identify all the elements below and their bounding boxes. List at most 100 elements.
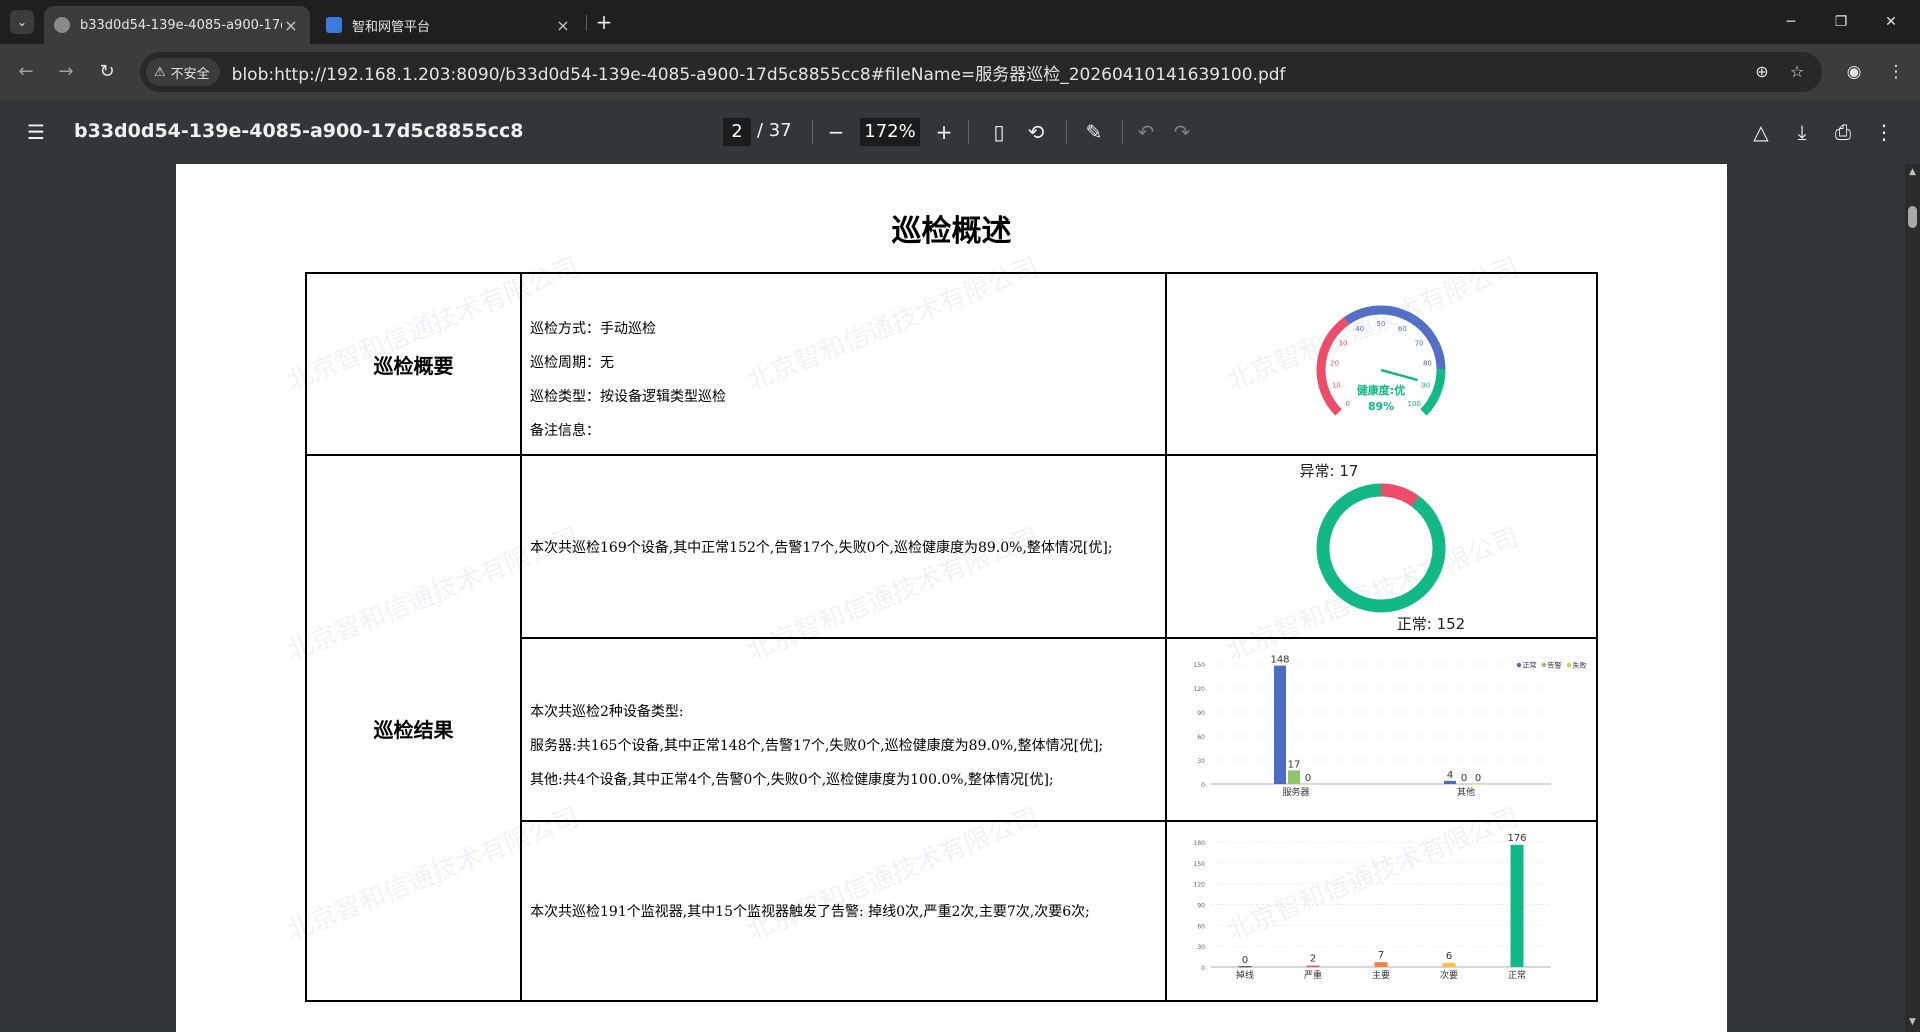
minimize-icon[interactable]: ─ — [1766, 0, 1816, 44]
gauge-scale-label: 70 — [1415, 339, 1424, 347]
status-donut-chart: 异常: 17 正常: 152 — [1300, 462, 1466, 633]
x-tick-label: 主要 — [1372, 969, 1390, 981]
monitor-summary-text: 本次共巡检191个监视器,其中15个监视器触发了告警: 掉线0次,严重2次,主要… — [530, 904, 1090, 920]
monitor-summary-cell: 本次共巡检191个监视器,其中15个监视器触发了告警: 掉线0次,严重2次,主要… — [520, 820, 1167, 1002]
type-bar-cell: 0 30 60 90 120 150 148 17 0 服务器 4 0 0 其他 正常 告警 失败 — [1165, 637, 1598, 822]
address-bar[interactable]: ⚠ 不安全 blob:http://192.168.1.203:8090/b33… — [140, 52, 1822, 92]
bar — [1288, 770, 1300, 784]
x-tick-label: 掉线 — [1236, 969, 1254, 981]
y-tick-label: 120 — [1194, 686, 1206, 693]
overview-text-cell: 巡检方式：手动巡检 巡检周期：无 巡检类型：按设备逻辑类型巡检 备注信息： — [520, 272, 1167, 456]
zoom-out-icon[interactable]: − — [822, 118, 850, 146]
y-tick-label: 30 — [1197, 758, 1205, 765]
hamburger-menu-icon[interactable]: ☰ — [24, 120, 48, 144]
menu-kebab-icon[interactable]: ⋮ — [1882, 58, 1910, 86]
profile-icon[interactable]: ◉ — [1840, 58, 1868, 86]
security-chip[interactable]: ⚠ 不安全 — [146, 58, 220, 86]
x-tick-label: 次要 — [1440, 969, 1458, 981]
new-tab-icon[interactable]: + — [592, 10, 616, 34]
draw-annotation-icon[interactable]: ✎ — [1080, 118, 1108, 146]
tab-title: 智和网管平台 — [352, 19, 431, 35]
results-label-cell: 巡检结果 — [305, 454, 522, 1002]
overview-line: 备注信息： — [530, 423, 600, 439]
bar-value-label: 7 — [1378, 950, 1384, 961]
print-icon[interactable]: ⎙ — [1829, 118, 1857, 146]
back-icon[interactable]: ← — [12, 58, 40, 86]
x-tick-label: 严重 — [1304, 969, 1322, 981]
restore-icon[interactable]: ❐ — [1816, 0, 1866, 44]
bar-value-label: 0 — [1305, 773, 1311, 784]
y-tick-label: 180 — [1194, 840, 1206, 847]
bar — [1444, 780, 1456, 784]
gauge-value: 89% — [1368, 400, 1394, 413]
bar — [1458, 784, 1470, 785]
page-number-input[interactable]: 2 — [723, 118, 751, 146]
results-label: 巡检结果 — [373, 717, 454, 742]
toolbar-divider — [812, 120, 813, 144]
zoom-input[interactable]: 172% — [860, 118, 920, 146]
legend-marker — [1516, 662, 1522, 668]
more-options-icon[interactable]: ⋮ — [1870, 118, 1898, 146]
vertical-scrollbar[interactable]: ▲ ▼ — [1905, 164, 1920, 1032]
scrollbar-thumb[interactable] — [1908, 206, 1917, 228]
scroll-up-arrow-icon[interactable]: ▲ — [1907, 166, 1918, 178]
y-tick-label: 60 — [1197, 734, 1205, 741]
tab-divider — [586, 15, 587, 31]
bar-value-label: 0 — [1475, 773, 1481, 784]
bar — [1274, 665, 1286, 784]
document-heading: 巡检概述 — [891, 214, 1012, 249]
pdf-page: 北京智和信通技术有限公司 北京智和信通技术有限公司 北京智和信通技术有限公司 北… — [176, 164, 1727, 1032]
pdf-toolbar: ☰ b33d0d54-139e-4085-a900-17d5c8855cc8 2… — [0, 100, 1920, 164]
legend-marker — [1566, 662, 1572, 668]
gauge-scale-label: 40 — [1355, 325, 1364, 333]
x-tick-label: 服务器 — [1282, 786, 1309, 798]
page-total: / 37 — [757, 120, 792, 141]
drive-save-icon[interactable]: △ — [1747, 118, 1775, 146]
legend-label: 正常 — [1523, 661, 1537, 670]
bookmark-star-icon[interactable]: ☆ — [1785, 60, 1809, 84]
type-summary-cell: 本次共巡检2种设备类型: 服务器:共165个设备,其中正常148个,告警17个,… — [520, 637, 1167, 822]
monitor-bar-cell: 0 30 60 90 120 150 180 0 掉线 2 严重 7 主要 6 次要 176 正常 — [1165, 820, 1598, 1002]
close-icon[interactable]: × — [282, 16, 300, 35]
fit-page-icon[interactable]: ▯ — [985, 118, 1013, 146]
warning-icon: ⚠ — [154, 64, 166, 80]
undo-icon[interactable]: ↶ — [1132, 118, 1160, 146]
tab-search-icon[interactable]: ⌄ — [10, 10, 34, 34]
reload-icon[interactable]: ↻ — [93, 58, 121, 86]
y-tick-label: 90 — [1197, 903, 1205, 910]
pdf-viewer[interactable]: 北京智和信通技术有限公司 北京智和信通技术有限公司 北京智和信通技术有限公司 北… — [0, 164, 1920, 1032]
bar — [1374, 962, 1388, 967]
browser-toolbar: ← → ↻ ⚠ 不安全 blob:http://192.168.1.203:80… — [0, 44, 1920, 100]
bar — [1472, 784, 1484, 785]
window-close-icon[interactable]: ✕ — [1866, 0, 1916, 44]
toolbar-divider — [1122, 120, 1123, 144]
zoom-in-icon[interactable]: + — [930, 118, 958, 146]
donut-label: 正常: 152 — [1397, 615, 1465, 633]
gauge-scale-label: 10 — [1332, 382, 1341, 390]
app-logo-icon — [326, 17, 342, 33]
bar-value-label: 0 — [1242, 955, 1248, 966]
legend-marker — [1541, 662, 1547, 668]
device-summary-cell: 本次共巡检169个设备,其中正常152个,告警17个,失败0个,巡检健康度为89… — [520, 454, 1167, 639]
bar — [1302, 784, 1314, 785]
download-icon[interactable]: ⤓ — [1788, 118, 1816, 146]
bar — [1510, 844, 1524, 967]
donut-slice — [1316, 483, 1446, 613]
redo-icon[interactable]: ↷ — [1168, 118, 1196, 146]
url-text[interactable]: blob:http://192.168.1.203:8090/b33d0d54-… — [232, 60, 1286, 85]
y-tick-label: 0 — [1201, 965, 1205, 972]
y-tick-label: 150 — [1194, 662, 1206, 669]
forward-icon[interactable]: → — [52, 58, 80, 86]
bar-value-label: 17 — [1288, 759, 1301, 770]
type-summary-line: 服务器:共165个设备,其中正常148个,告警17个,失败0个,巡检健康度为89… — [530, 738, 1104, 754]
close-icon[interactable]: × — [554, 16, 572, 35]
y-tick-label: 0 — [1201, 782, 1205, 789]
bar-value-label: 4 — [1447, 770, 1453, 781]
scroll-down-arrow-icon[interactable]: ▼ — [1907, 1016, 1918, 1028]
toolbar-divider — [1066, 120, 1067, 144]
tab-pdf[interactable]: b33d0d54-139e-4085-a900-17d × — [44, 6, 310, 44]
zoom-icon[interactable]: ⊕ — [1750, 60, 1774, 84]
tab-platform[interactable]: 智和网管平台 × — [316, 6, 582, 44]
rotate-icon[interactable]: ⟲ — [1022, 118, 1050, 146]
bar — [1442, 962, 1456, 967]
